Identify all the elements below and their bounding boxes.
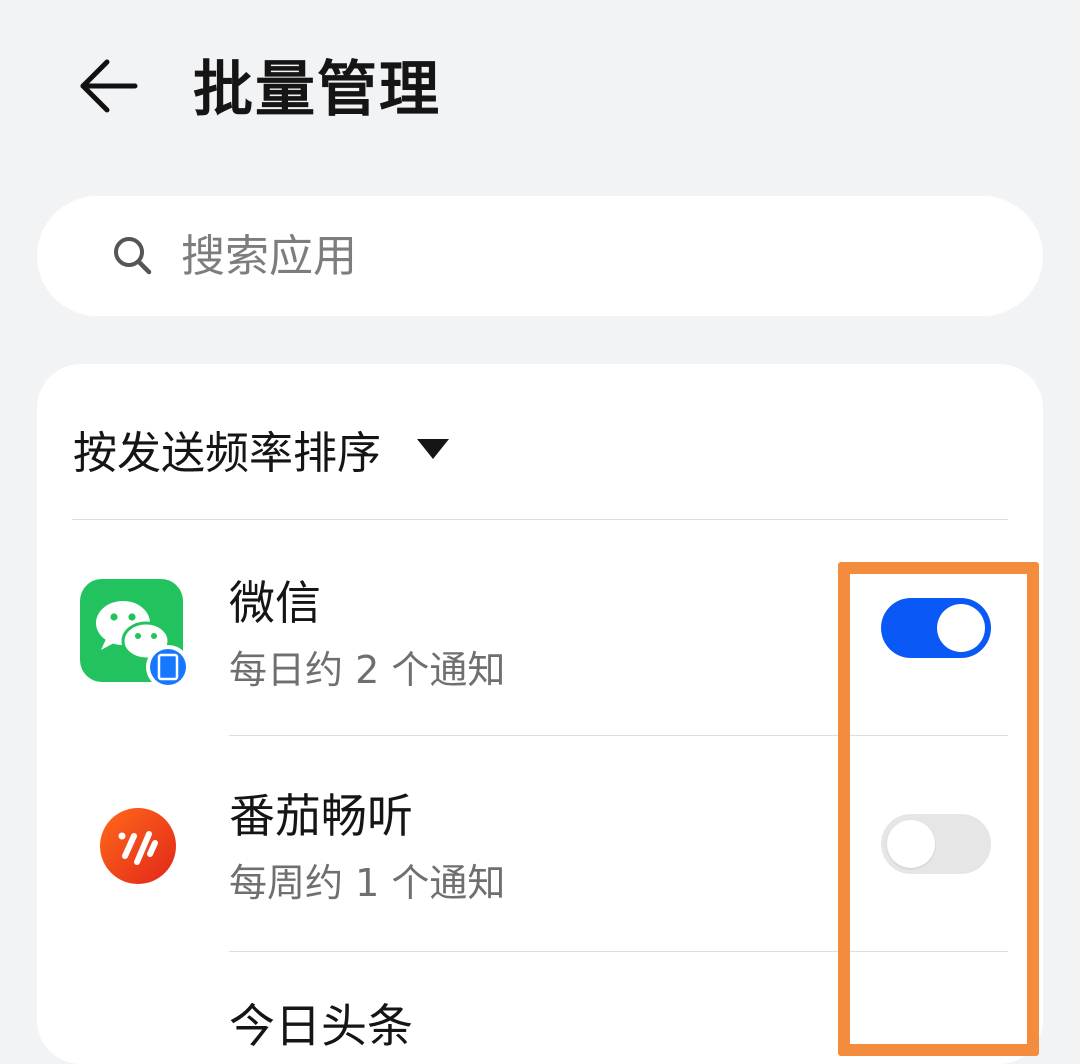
notification-toggle-fanqie[interactable] (881, 814, 991, 874)
arrow-left-icon (77, 58, 139, 118)
list-item-fanqie: 番茄畅听 每周约 1 个通知 (37, 736, 1043, 952)
sort-label: 按发送频率排序 (73, 428, 381, 479)
app-list-card: 按发送频率排序 微信 每日约 2 个通知 番茄畅听 每周约 1 个通知 (37, 364, 1043, 1064)
search-input[interactable] (179, 215, 943, 297)
toggle-knob (887, 820, 935, 868)
fanqie-changting-icon (80, 786, 192, 898)
toggle-knob (937, 604, 985, 652)
back-button[interactable] (70, 54, 146, 122)
app-name: 微信 (229, 576, 321, 630)
page-title: 批量管理 (193, 55, 441, 125)
app-name-partial: 今日头条 (229, 999, 413, 1053)
app-name: 番茄畅听 (229, 789, 413, 843)
search-bar[interactable] (37, 196, 1043, 316)
divider (229, 951, 1008, 952)
app-notification-frequency: 每日约 2 个通知 (229, 648, 506, 692)
caret-down-icon (417, 439, 449, 459)
wechat-icon (80, 579, 192, 691)
list-item-wechat: 微信 每日约 2 个通知 (37, 520, 1043, 736)
notification-toggle-wechat[interactable] (881, 598, 991, 658)
search-icon (111, 234, 155, 278)
sort-dropdown[interactable]: 按发送频率排序 (73, 414, 449, 484)
app-notification-frequency: 每周约 1 个通知 (229, 861, 506, 905)
